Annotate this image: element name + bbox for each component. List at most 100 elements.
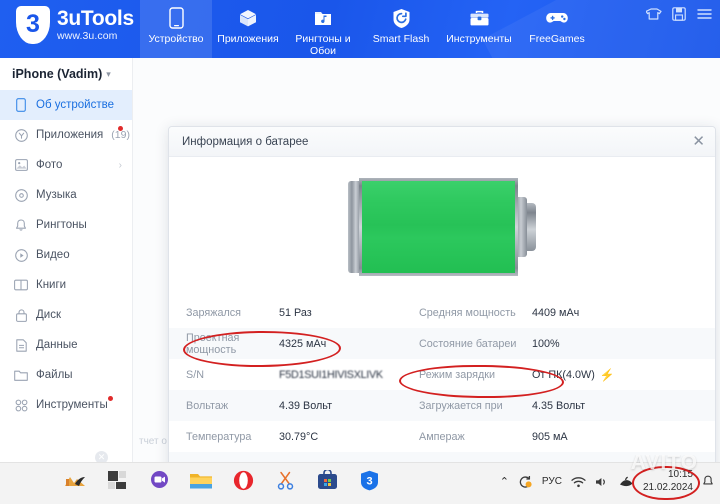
tray-overflow-icon[interactable]: ⌃: [500, 475, 509, 488]
disk-icon: [14, 308, 28, 322]
gift-shirt-icon[interactable]: [646, 6, 662, 22]
battery-fill: [362, 181, 515, 273]
dialog-body: Заряжался 51 Раз Средняя мощность 4409 м…: [169, 157, 715, 483]
row-label-2: Загружается при: [419, 400, 532, 412]
row-label-1: Проектная мощность: [169, 332, 279, 356]
row-value-2: 905 мА: [532, 431, 568, 443]
nav-smart-flash-label: Smart Flash: [373, 34, 430, 46]
tools-icon: [14, 398, 28, 412]
music-icon: [14, 188, 28, 202]
battery-shell: [359, 178, 518, 276]
nav-ringtones[interactable]: Рингтоны и Обои: [284, 0, 362, 58]
menu-icon[interactable]: [696, 6, 712, 22]
clock-time: 10:15: [643, 469, 693, 482]
shield-refresh-icon: [392, 6, 411, 30]
video-icon: [14, 248, 28, 262]
clock[interactable]: 10:15 21.02.2024: [643, 469, 693, 494]
sidebar-item-files[interactable]: Файлы: [0, 360, 132, 390]
row-label-2: Состояние батареи: [419, 338, 532, 350]
battery-graphic-wrap: [169, 157, 715, 297]
chevron-right-icon: ›: [119, 160, 122, 171]
wifi-icon[interactable]: [571, 476, 586, 488]
brand-title: 3uTools: [57, 8, 134, 30]
table-row: Вольтаж 4.39 Вольт Загружается при 4.35 …: [169, 390, 715, 421]
bell-icon: [14, 218, 28, 232]
row-value-1: 30.79°C: [279, 431, 419, 443]
opera-icon[interactable]: [230, 467, 256, 493]
system-tray: ⌃ РУС 10:15 21.02.2024: [500, 469, 714, 494]
nav-freegames[interactable]: FreeGames: [518, 0, 596, 58]
nav-tools[interactable]: Инструменты: [440, 0, 518, 58]
sidebar: iPhone (Vadim) ▾ Об устройстве Приложени…: [0, 58, 133, 462]
sidebar-item-music[interactable]: Музыка: [0, 180, 132, 210]
sidebar-item-disk[interactable]: Диск: [0, 300, 132, 330]
row-value-2: 100%: [532, 338, 560, 350]
folder-icon: [14, 368, 28, 382]
ringtone-folder-icon: [313, 6, 333, 30]
taskbar: 3 ⌃ РУС 10:15 21.02.2024: [0, 462, 720, 504]
sidebar-item-label: Диск: [36, 309, 61, 321]
nav-apps[interactable]: Приложения: [212, 0, 284, 58]
table-row: Проектная мощность 4325 мАч Состояние ба…: [169, 328, 715, 359]
widgets-icon[interactable]: [104, 467, 130, 493]
table-row: Заряжался 51 Раз Средняя мощность 4409 м…: [169, 297, 715, 328]
sidebar-item-label: Видео: [36, 249, 70, 261]
language-indicator[interactable]: РУС: [542, 476, 562, 487]
sidebar-item-books[interactable]: Книги: [0, 270, 132, 300]
explorer-icon[interactable]: [188, 467, 214, 493]
toolbox-icon: [469, 6, 490, 30]
sidebar-item-label: Данные: [36, 339, 78, 351]
bell-icon[interactable]: [702, 475, 714, 488]
apps-icon: [14, 128, 28, 142]
sidebar-item-label: Музыка: [36, 189, 77, 201]
sidebar-item-data[interactable]: Данные: [0, 330, 132, 360]
main-area: тчет о iPhone (Vadim) ▾ Об устройстве Пр…: [0, 58, 720, 462]
start-icon[interactable]: [62, 467, 88, 493]
row-value-2: 4.35 Вольт: [532, 400, 585, 412]
battery-terminal: [527, 203, 536, 251]
shield-icon: 3: [16, 6, 50, 44]
sidebar-item-video[interactable]: Видео: [0, 240, 132, 270]
row-label-2: Ампераж: [419, 431, 532, 443]
nav-smart-flash[interactable]: Smart Flash: [362, 0, 440, 58]
row-value-2: 4409 мАч: [532, 307, 579, 319]
nav-device[interactable]: Устройство: [140, 0, 212, 58]
row-label-1: S/N: [169, 369, 279, 381]
sidebar-item-label: Файлы: [36, 369, 73, 381]
sidebar-item-ringtones[interactable]: Рингтоны: [0, 210, 132, 240]
nav-apps-label: Приложения: [217, 34, 278, 46]
volume-icon[interactable]: [595, 476, 609, 488]
device-selector[interactable]: iPhone (Vadim) ▾: [0, 58, 132, 90]
row-label-2: Режим зарядки: [419, 369, 532, 381]
3utools-icon[interactable]: 3: [356, 467, 382, 493]
sidebar-item-photos[interactable]: Фото ›: [0, 150, 132, 180]
store-icon[interactable]: [314, 467, 340, 493]
row-value-1: 51 Раз: [279, 307, 419, 319]
nav-freegames-label: FreeGames: [529, 34, 584, 46]
row-value-1: 4325 мАч: [279, 338, 419, 350]
chat-icon[interactable]: [146, 467, 172, 493]
update-icon[interactable]: [518, 475, 533, 489]
save-icon[interactable]: [671, 6, 687, 22]
brand-logo: 3 3uTools www.3u.com: [16, 6, 134, 44]
tray-misc-icon[interactable]: [618, 476, 634, 488]
dialog-title: Информация о батарее: [182, 136, 308, 148]
sidebar-item-label: Рингтоны: [36, 219, 87, 231]
sidebar-item-label: Фото: [36, 159, 62, 171]
badge-dot: [118, 126, 123, 131]
top-toolbar: 3 3uTools www.3u.com Устройство Приложен…: [0, 0, 720, 58]
close-icon[interactable]: ✕: [692, 134, 705, 149]
sidebar-item-tools[interactable]: Инструменты: [0, 390, 132, 420]
data-icon: [14, 338, 28, 352]
book-icon: [14, 278, 28, 292]
snip-icon[interactable]: [272, 467, 298, 493]
sidebar-item-about-device[interactable]: Об устройстве: [0, 90, 132, 120]
cube-icon: [238, 6, 258, 30]
toolbar-right-icons: [646, 6, 712, 22]
chevron-down-icon: ▾: [106, 69, 111, 80]
sidebar-item-apps[interactable]: Приложения (19): [0, 120, 132, 150]
phone-icon: [169, 6, 184, 30]
background-partial-text: тчет о: [139, 436, 167, 447]
toolbar-nav: Устройство Приложения Рингтоны и Обои Sm…: [140, 0, 596, 58]
sidebar-item-label: Книги: [36, 279, 66, 291]
